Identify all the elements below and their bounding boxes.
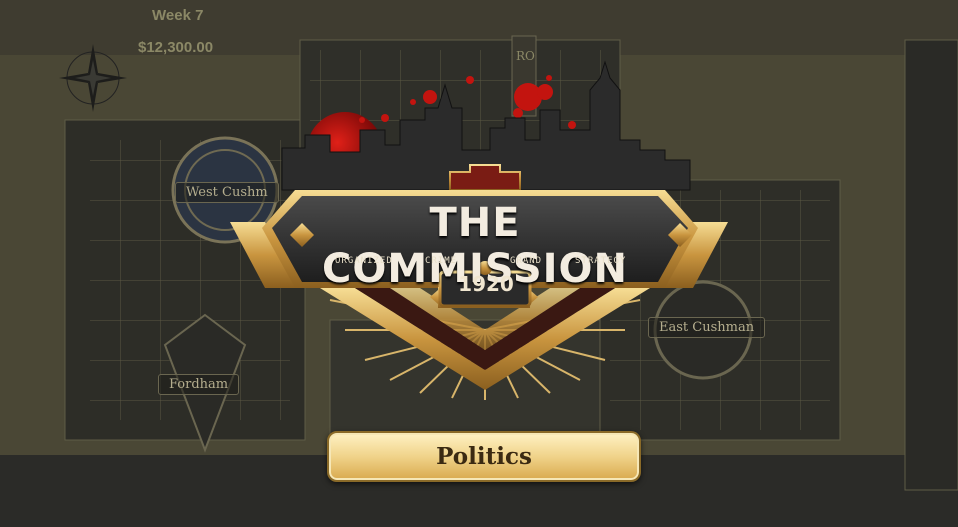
tagline-word-3: GRAND	[510, 256, 543, 266]
tagline-word-2: CRIME	[425, 256, 458, 266]
tagline-word-4: STRATEGY	[575, 256, 627, 266]
district-label-fordham[interactable]: Fordham	[158, 374, 240, 395]
tagline-word-1: ORGANIZED	[335, 256, 393, 266]
money-display: $12,300.00	[138, 39, 214, 56]
map-sign-letters: RO	[516, 49, 535, 63]
logo-year: 1920	[458, 272, 514, 296]
week-counter: Week 7	[152, 7, 204, 24]
district-label-west-cushman[interactable]: West Cushm	[175, 182, 279, 203]
district-label-east-cushman[interactable]: East Cushman	[648, 317, 766, 338]
politics-button[interactable]: Politics	[327, 431, 641, 482]
